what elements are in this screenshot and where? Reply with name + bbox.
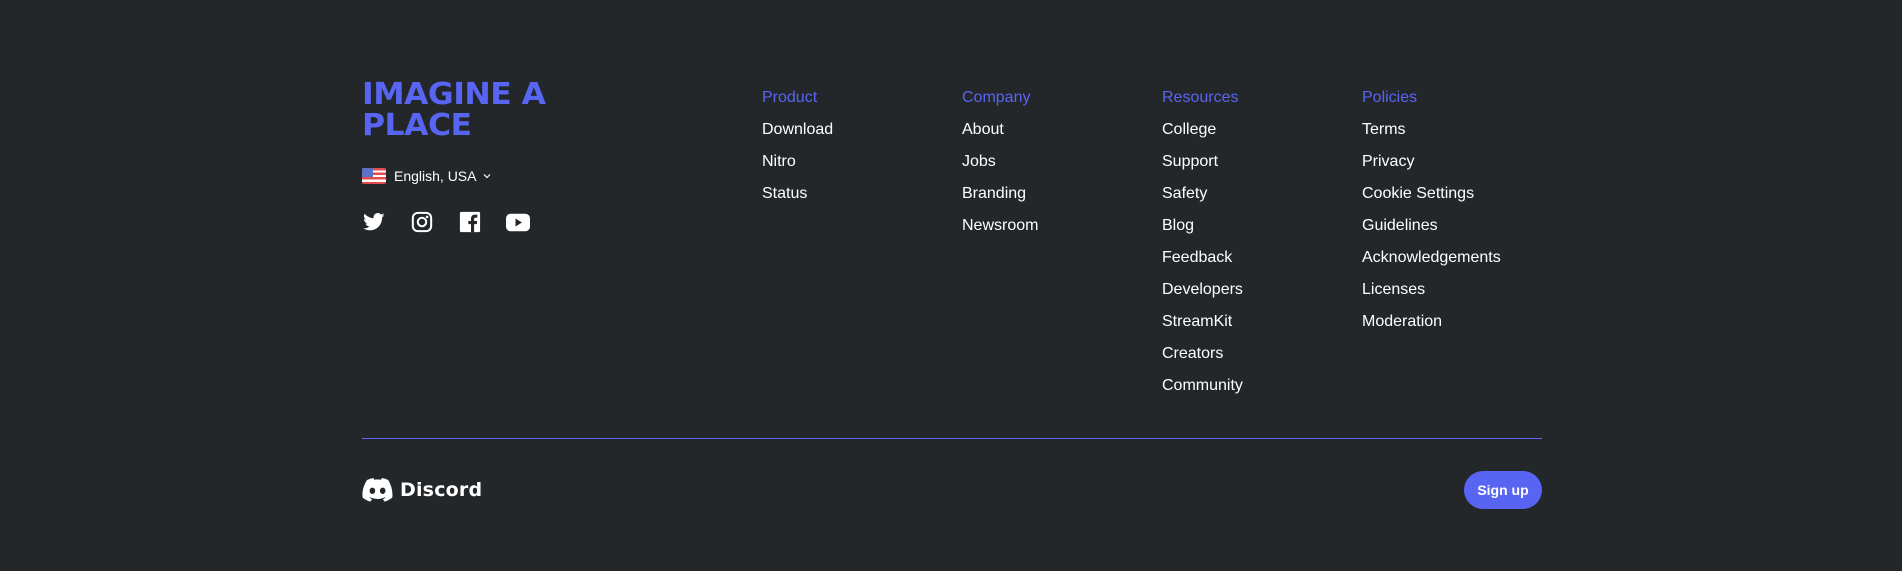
footer-column-company: Company About Jobs Branding Newsroom (962, 88, 1038, 248)
site-footer: IMAGINE A PLACE English, USA Product Dow… (362, 0, 1542, 571)
social-links (362, 210, 662, 234)
logo-wordmark: Discord (400, 479, 483, 501)
footer-link-blog[interactable]: Blog (1162, 216, 1243, 236)
twitter-icon[interactable] (362, 210, 386, 234)
youtube-icon[interactable] (506, 210, 530, 234)
footer-link-guidelines[interactable]: Guidelines (1362, 216, 1501, 236)
column-heading: Company (962, 89, 1031, 106)
facebook-icon[interactable] (458, 210, 482, 234)
footer-link-creators[interactable]: Creators (1162, 344, 1243, 364)
footer-link-support[interactable]: Support (1162, 152, 1243, 172)
footer-link-college[interactable]: College (1162, 120, 1243, 140)
column-heading: Resources (1162, 89, 1239, 106)
footer-link-newsroom[interactable]: Newsroom (962, 216, 1038, 236)
footer-link-licenses[interactable]: Licenses (1362, 280, 1501, 300)
sign-up-button[interactable]: Sign up (1464, 471, 1542, 509)
instagram-icon[interactable] (410, 210, 434, 234)
footer-link-download[interactable]: Download (762, 120, 833, 140)
footer-link-moderation[interactable]: Moderation (1362, 312, 1501, 332)
footer-link-jobs[interactable]: Jobs (962, 152, 1038, 172)
tagline: IMAGINE A PLACE (362, 77, 546, 143)
footer-link-branding[interactable]: Branding (962, 184, 1038, 204)
footer-link-safety[interactable]: Safety (1162, 184, 1243, 204)
footer-link-status[interactable]: Status (762, 184, 833, 204)
column-heading: Policies (1362, 89, 1418, 106)
column-heading: Product (762, 89, 818, 106)
footer-link-nitro[interactable]: Nitro (762, 152, 833, 172)
footer-link-feedback[interactable]: Feedback (1162, 248, 1243, 268)
footer-column-policies: Policies Terms Privacy Cookie Settings G… (1362, 88, 1501, 344)
footer-column-product: Product Download Nitro Status (762, 88, 833, 216)
brand-block: IMAGINE A PLACE English, USA (362, 79, 662, 234)
footer-link-developers[interactable]: Developers (1162, 280, 1243, 300)
footer-link-privacy[interactable]: Privacy (1362, 152, 1501, 172)
footer-link-streamkit[interactable]: StreamKit (1162, 312, 1243, 332)
footer-link-community[interactable]: Community (1162, 376, 1243, 396)
footer-column-resources: Resources College Support Safety Blog Fe… (1162, 88, 1243, 408)
discord-clyde-icon (362, 478, 393, 502)
language-label: English, USA (394, 168, 477, 184)
footer-link-acknowledgements[interactable]: Acknowledgements (1362, 248, 1501, 268)
footer-link-terms[interactable]: Terms (1362, 120, 1501, 140)
discord-logo[interactable]: Discord (362, 477, 482, 503)
language-selector[interactable]: English, USA (362, 166, 662, 186)
chevron-down-icon (482, 171, 492, 181)
footer-divider (362, 438, 1542, 439)
us-flag-icon (362, 168, 386, 184)
footer-link-about[interactable]: About (962, 120, 1038, 140)
footer-link-cookie-settings[interactable]: Cookie Settings (1362, 184, 1501, 204)
